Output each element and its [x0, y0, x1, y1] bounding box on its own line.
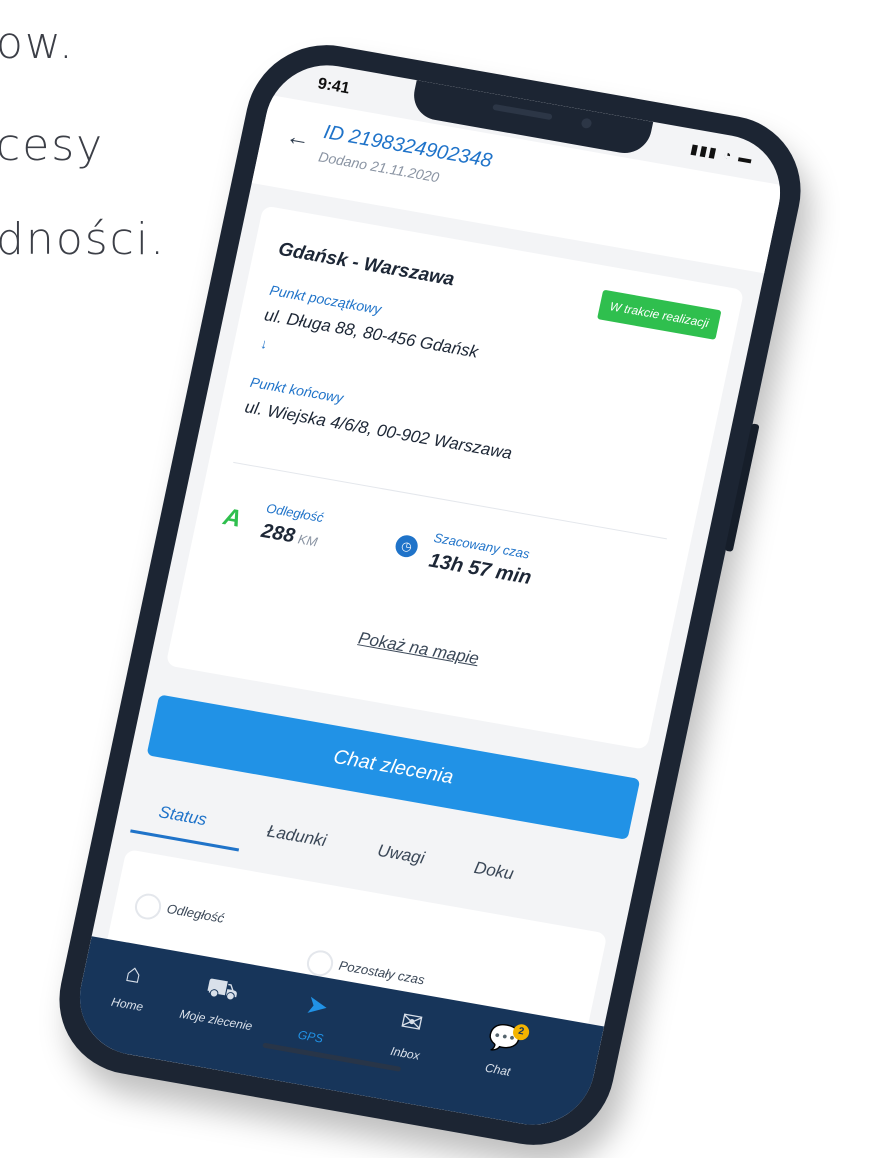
- signal-icon: ▮▮▮: [689, 140, 720, 161]
- order-details-card: Gdańsk - Warszawa W trakcie realizacji P…: [165, 205, 745, 750]
- nav-home[interactable]: ⌂ Home: [81, 951, 181, 1019]
- wifi-icon: ◔: [722, 146, 735, 164]
- phone-screen: 9:41 ▮▮▮ ◔ ▬ ← ID 2198324902348 Dodano 2…: [68, 55, 792, 1135]
- tab-status[interactable]: Status: [157, 802, 208, 830]
- tab-documents[interactable]: Doku: [472, 858, 515, 884]
- road-icon: A: [221, 503, 244, 533]
- road-icon-secondary: [132, 891, 164, 922]
- nav-gps[interactable]: ➤ GPS: [265, 983, 365, 1051]
- battery-icon: ▬: [737, 149, 756, 167]
- show-on-map-link[interactable]: Pokaż na mapie: [176, 597, 661, 701]
- background-text-line-2: cesy: [0, 120, 105, 171]
- tab-notes[interactable]: Uwagi: [376, 841, 427, 869]
- nav-chat[interactable]: 💬 2 Chat: [452, 1016, 552, 1084]
- phone-side-button: [724, 423, 760, 552]
- arrow-down-icon: ↓: [259, 335, 270, 352]
- phone-body: 9:41 ▮▮▮ ◔ ▬ ← ID 2198324902348 Dodano 2…: [44, 32, 816, 1158]
- speaker-grille: [492, 103, 553, 121]
- nav-my-orders[interactable]: ⛟ Moje zlecenie: [170, 966, 270, 1034]
- background-text-line-3: dności.: [0, 214, 167, 265]
- distance-number: 288: [259, 520, 297, 548]
- status-badge: W trakcie realizacji: [597, 289, 722, 340]
- front-camera: [580, 117, 593, 130]
- tab-loads[interactable]: Ładunki: [265, 821, 328, 851]
- route-title: Gdańsk - Warszawa: [276, 238, 457, 291]
- status-time: 9:41: [316, 75, 352, 98]
- distance-value: 288KM: [259, 520, 320, 552]
- background-text-line-1: ow.: [0, 18, 75, 69]
- phone-mockup: 9:41 ▮▮▮ ◔ ▬ ← ID 2198324902348 Dodano 2…: [44, 32, 816, 1158]
- active-tab-indicator: [130, 829, 240, 852]
- status-distance-label: Odległość: [165, 901, 226, 926]
- end-point-address: ul. Wiejska 4/6/8, 00-902 Warszawa: [243, 397, 514, 463]
- clock-icon: ◷: [393, 533, 420, 559]
- nav-inbox[interactable]: ✉ Inbox: [359, 1000, 459, 1068]
- system-icons: ▮▮▮ ◔ ▬: [689, 141, 755, 168]
- back-arrow-icon[interactable]: ←: [283, 123, 313, 155]
- distance-unit: KM: [296, 531, 319, 550]
